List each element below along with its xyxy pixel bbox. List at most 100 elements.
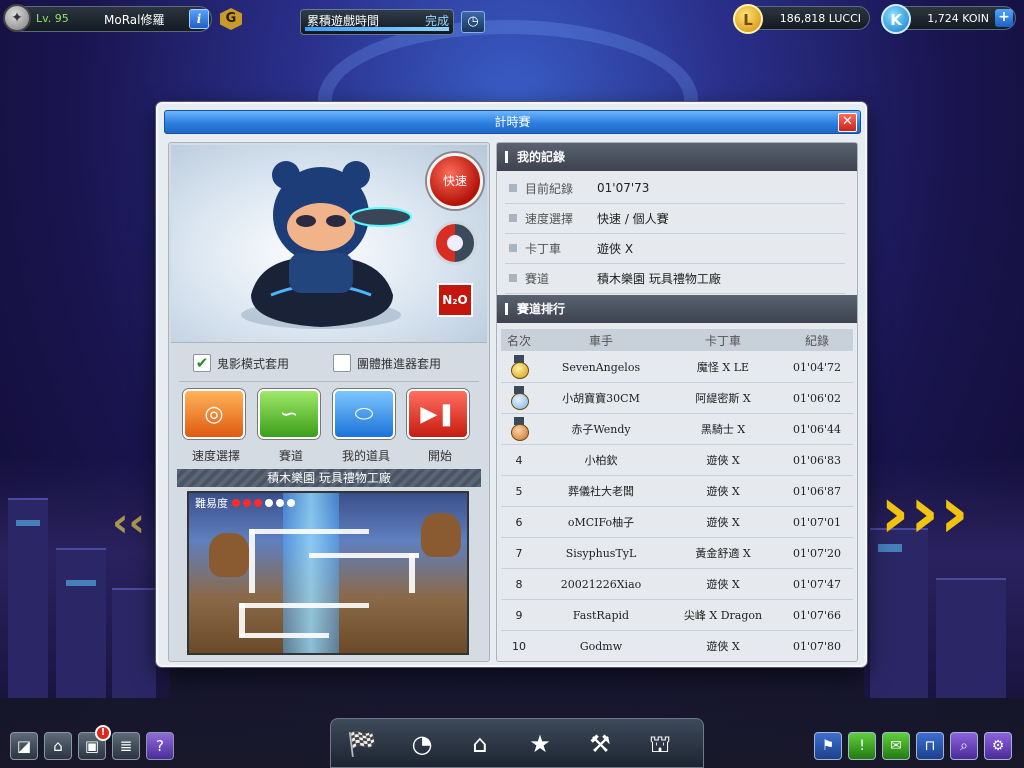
bronze-medal-icon xyxy=(511,416,529,441)
notification-badge: ! xyxy=(95,725,111,741)
ranking-row[interactable]: 8 20021226Xiao 遊俠 X 01'07'47 xyxy=(501,569,853,600)
kart-garage-icon[interactable]: 🏁 xyxy=(337,723,387,767)
track-icon: ∽ xyxy=(279,401,299,427)
difficulty-dot xyxy=(265,498,273,507)
lucci-coin-icon: L xyxy=(733,4,763,34)
ghost-mode-option[interactable]: ✔ 鬼影模式套用 xyxy=(193,353,289,373)
speed-select-button[interactable]: ◎ 速度選擇 xyxy=(183,389,245,463)
record-value: 01'07'73 xyxy=(597,181,650,195)
kart-setup-panel: 快速 N₂O ✔ 鬼影模式套用 團體推進器套用 ◎ 速度選擇 ∽ 賽道 ⬭ 我的… xyxy=(168,142,490,662)
team-booster-option[interactable]: 團體推進器套用 xyxy=(333,353,441,373)
driver-cell: 赤子Wendy xyxy=(571,423,631,436)
help-icon[interactable]: ? xyxy=(146,732,174,760)
record-row: 目前紀錄 01'07'73 xyxy=(505,173,845,204)
speed-fast-badge[interactable]: 快速 xyxy=(427,153,483,209)
time-trial-dialog: 計時賽 ✕ 快速 N₂O ✔ 鬼影模式套用 團體推進器套用 ◎ 速度選擇 ∽ 賽… xyxy=(156,102,867,667)
dialog-title-bar: 計時賽 ✕ xyxy=(164,110,861,134)
ranking-row[interactable]: 9 FastRapid 尖峰 X Dragon 01'07'66 xyxy=(501,600,853,631)
top-bar: ✦ Lv. 95 MoRal修羅 i G 累積遊戲時間 完成 ◷ L 186,8… xyxy=(0,0,1024,38)
player-name: MoRal修羅 xyxy=(104,13,165,27)
chat-icon[interactable]: ✉ xyxy=(882,732,910,760)
flag-icon[interactable]: ⚑ xyxy=(814,732,842,760)
kart-cell: 遊俠 X xyxy=(706,640,740,653)
ranking-row[interactable]: 赤子Wendy 黑騎士 X 01'06'44 xyxy=(501,414,853,445)
dialog-title: 計時賽 xyxy=(494,115,531,129)
info-icon[interactable]: i xyxy=(189,9,209,29)
alert-icon[interactable]: ! xyxy=(848,732,876,760)
rank-cell: 4 xyxy=(515,453,523,467)
ranking-row[interactable]: SevenAngelos 魔怪 X LE 01'04'72 xyxy=(501,352,853,383)
ranking-row[interactable]: 10 Godmw 遊俠 X 01'07'80 xyxy=(501,631,853,661)
quest-panel[interactable]: 累積遊戲時間 完成 xyxy=(300,9,454,35)
inventory-icon[interactable]: ▣! xyxy=(78,725,111,760)
track-map-line xyxy=(239,603,369,608)
track-button[interactable]: ∽ 賽道 xyxy=(258,389,320,463)
options-row: ✔ 鬼影模式套用 團體推進器套用 xyxy=(169,349,489,377)
track-map-line xyxy=(249,529,255,593)
shop-icon[interactable]: ★ xyxy=(515,723,565,767)
ranking-row[interactable]: 小胡寶寶30CM 阿緹密斯 X 01'06'02 xyxy=(501,383,853,414)
track-tube-decor xyxy=(283,493,339,653)
difficulty-indicator: 難易度 xyxy=(195,495,298,511)
garage-icon[interactable]: ⌂ xyxy=(455,723,505,767)
kart-cell: 黃金舒適 X xyxy=(695,547,751,560)
kart-cell: 遊俠 X xyxy=(706,485,740,498)
bear-decor xyxy=(209,533,249,577)
guild-icon[interactable]: G xyxy=(220,8,242,30)
player-level: Lv. 95 xyxy=(36,12,69,25)
close-button[interactable]: ✕ xyxy=(838,113,857,132)
bottom-left-toolbar: ◪ ⌂ ▣! ≣ ? xyxy=(10,725,174,762)
my-items-button[interactable]: ⬭ 我的道具 xyxy=(333,389,395,463)
toolbox-icon[interactable]: ⚒ xyxy=(575,723,625,767)
ranking-row[interactable]: 7 SisyphusTyL 黃金舒適 X 01'07'20 xyxy=(501,538,853,569)
ranking-row[interactable]: 6 oMCIFo柚子 遊俠 X 01'07'01 xyxy=(501,507,853,538)
driver-cell: 20021226Xiao xyxy=(560,577,642,591)
kart-cell: 魔怪 X LE xyxy=(696,361,750,374)
team-booster-checkbox[interactable] xyxy=(333,354,351,372)
kart-toggle-icon[interactable] xyxy=(433,221,477,265)
time-cell: 01'06'83 xyxy=(792,453,842,467)
divider xyxy=(179,381,479,382)
ranking-list: SevenAngelos 魔怪 X LE 01'04'72 小胡寶寶30CM 阿緹密斯 … xyxy=(501,352,853,661)
record-label: 卡丁車 xyxy=(525,241,562,256)
my-record-header: 我的記錄 xyxy=(497,143,857,171)
difficulty-dot xyxy=(287,498,295,507)
clock-icon[interactable]: ◷ xyxy=(461,11,485,33)
screenshot-icon[interactable]: ◪ xyxy=(10,732,38,760)
difficulty-dot xyxy=(232,498,240,507)
kart-cell: 遊俠 X xyxy=(706,516,740,529)
kart-cell: 阿緹密斯 X xyxy=(695,392,751,405)
speedometer-icon[interactable]: ◔ xyxy=(397,723,447,767)
time-cell: 01'04'72 xyxy=(792,360,842,374)
record-label: 賽道 xyxy=(525,271,550,286)
record-row: 卡丁車 遊俠 X xyxy=(505,233,845,264)
search-icon[interactable]: ⌕ xyxy=(950,732,978,760)
settings-icon[interactable]: ⚙ xyxy=(984,732,1012,760)
ranking-row[interactable]: 5 葬儀社大老闆 遊俠 X 01'06'87 xyxy=(501,476,853,507)
track-label: 賽道 xyxy=(278,449,303,463)
n2o-booster-icon[interactable]: N₂O xyxy=(437,283,473,317)
ranking-column-headers: 名次 車手 卡丁車 紀錄 xyxy=(501,329,853,351)
add-koin-button[interactable]: + xyxy=(995,9,1013,27)
speedometer-icon: ◎ xyxy=(204,401,224,427)
bullet-icon xyxy=(509,274,517,282)
background-city-left xyxy=(0,458,170,698)
chevron-left-decor: ‹‹ xyxy=(112,500,145,546)
home-icon[interactable]: ⌂ xyxy=(44,732,72,760)
driver-cell: Godmw xyxy=(579,639,623,653)
record-value: 積木樂園 玩具禮物工廠 xyxy=(597,271,721,286)
mailbox-icon[interactable]: ⊓ xyxy=(916,732,944,760)
kart-cell: 遊俠 X xyxy=(706,578,740,591)
ghost-mode-checkbox[interactable]: ✔ xyxy=(193,354,211,372)
action-buttons: ◎ 速度選擇 ∽ 賽道 ⬭ 我的道具 ▶❚ 開始 xyxy=(183,389,483,463)
notes-icon[interactable]: ≣ xyxy=(112,732,140,760)
tower-icon[interactable]: ⛫ xyxy=(635,723,685,767)
col-driver-header: 車手 xyxy=(588,333,613,348)
record-value: 遊俠 X xyxy=(597,241,634,256)
rank-cell: 10 xyxy=(512,639,526,653)
start-button[interactable]: ▶❚ 開始 xyxy=(407,389,469,463)
driver-cell: oMCIFo柚子 xyxy=(567,516,635,529)
ranking-header: 賽道排行 xyxy=(497,295,857,323)
ranking-row[interactable]: 4 小柏欽 遊俠 X 01'06'83 xyxy=(501,445,853,476)
difficulty-dot xyxy=(243,498,251,507)
